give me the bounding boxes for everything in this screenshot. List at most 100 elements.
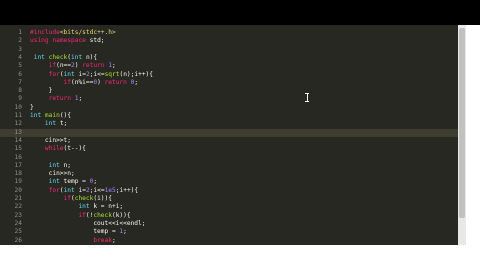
code-line[interactable]: 26 break; (0, 237, 458, 245)
code-line[interactable]: 20 for(int i=2;i<=1e5;i++){ (0, 187, 458, 195)
line-number: 20 (14, 186, 22, 194)
code-line[interactable]: 4 int check(int n){ (0, 54, 458, 62)
line-number: 7 (18, 78, 22, 86)
code-line[interactable]: 22 int k = n+i; (0, 203, 458, 211)
code-token: (n);i++){ (119, 70, 154, 78)
code-token: namespace (52, 37, 86, 45)
code-token: ;i<= (89, 186, 105, 194)
code-token: if (63, 78, 71, 86)
line-number: 15 (14, 145, 22, 153)
code-token: ; (93, 178, 98, 186)
code-token: int (30, 112, 42, 119)
code-token: cin>>t; (30, 136, 71, 144)
code-line[interactable]: 1 #include<bits/stdc++.h> (0, 29, 458, 37)
code-line[interactable]: 11 int main(){ (0, 112, 458, 120)
code-line[interactable]: 21 if(check(i)){ (0, 195, 458, 203)
line-number: 8 (18, 87, 22, 95)
code-line[interactable]: 14 cin>>t; (0, 137, 458, 145)
code-text: if(n==2) return 1; (30, 62, 116, 70)
vertical-scrollbar[interactable] (458, 25, 466, 245)
code-line[interactable]: 17 int n; (0, 162, 458, 170)
scrollbar-thumb[interactable] (459, 28, 465, 218)
code-line[interactable]: 8 } (0, 87, 458, 95)
code-token: temp = (30, 228, 120, 236)
code-token: n; (59, 161, 72, 169)
code-token: ;i<= (89, 70, 105, 78)
code-line[interactable]: 25 temp = 1; (0, 228, 458, 236)
code-line[interactable]: 23 if(!check(k)){ (0, 212, 458, 220)
code-token: cin>>n; (30, 170, 75, 178)
line-number: 4 (18, 53, 22, 61)
code-token: int (78, 203, 90, 211)
code-token: int (48, 161, 60, 169)
code-text: int temp = 0; (30, 178, 97, 186)
code-token: using (30, 37, 49, 45)
code-line[interactable]: 3 (0, 46, 458, 54)
code-line[interactable]: 16 (0, 154, 458, 162)
code-line[interactable]: 18 cin>>n; (0, 170, 458, 178)
code-token: check (93, 211, 112, 219)
line-number: 18 (14, 170, 22, 178)
code-text: if(n%i==0) return 0; (30, 78, 139, 87)
code-token: if (78, 211, 86, 219)
line-number: 21 (14, 195, 22, 202)
code-line[interactable]: 7 if(n%i==0) return 0; (0, 79, 458, 87)
code-token: } (30, 103, 34, 111)
line-number: 16 (14, 153, 22, 161)
code-token: temp = (59, 178, 90, 186)
code-token: (){ (59, 112, 72, 119)
code-token: check (74, 195, 94, 202)
code-token: int (63, 70, 75, 78)
line-number: 19 (14, 178, 22, 186)
code-line[interactable]: 15 while(t--){ (0, 145, 458, 153)
line-number: 25 (14, 228, 22, 236)
code-editor[interactable]: 1 #include<bits/stdc++.h> 2 using namespace… (0, 25, 458, 245)
code-token: (n%i== (70, 78, 94, 86)
code-token: check (48, 53, 68, 61)
code-token: ;i++){ (115, 186, 139, 194)
line-number: 13 (14, 128, 22, 136)
code-text: int t; (30, 120, 67, 128)
code-token: if (63, 195, 71, 202)
code-line[interactable]: 9 return 1; (0, 95, 458, 103)
code-line[interactable]: 13 (0, 128, 458, 137)
code-text: cin>>t; (30, 137, 71, 145)
code-token: ; (78, 95, 83, 103)
code-text: int main(){ (30, 112, 71, 120)
code-token: return (104, 78, 127, 86)
code-token: i= (74, 70, 86, 78)
code-token: } (30, 87, 53, 95)
code-token: return (48, 95, 71, 103)
code-token: (k)){ (111, 211, 131, 219)
code-text: return 1; (30, 95, 83, 103)
code-token: #include (30, 29, 60, 36)
code-line[interactable]: 2 using namespace std; (0, 37, 458, 45)
code-token: int (63, 186, 75, 194)
code-text: int check(int n){ (30, 54, 97, 62)
code-text: temp = 1; (30, 228, 127, 236)
code-text: using namespace std; (30, 37, 105, 45)
code-line[interactable]: 5 if(n==2) return 1; (0, 62, 458, 70)
line-number: 26 (14, 236, 22, 244)
code-token: int (44, 120, 57, 128)
line-number: 10 (14, 103, 22, 111)
code-line[interactable]: 24 cout<<i<<endl; (0, 220, 458, 228)
code-token: (n== (56, 62, 71, 70)
code-line[interactable]: 19 int temp = 0; (0, 178, 458, 186)
code-line[interactable]: 10} (0, 104, 458, 112)
code-token: if (48, 62, 57, 70)
code-text: } (30, 87, 53, 95)
code-line[interactable]: 12 int t; (0, 120, 458, 128)
code-line[interactable]: 6 for(int i=2;i<=sqrt(n);i++){ (0, 71, 458, 79)
code-token: sqrt (104, 70, 120, 78)
line-number: 14 (14, 136, 22, 144)
